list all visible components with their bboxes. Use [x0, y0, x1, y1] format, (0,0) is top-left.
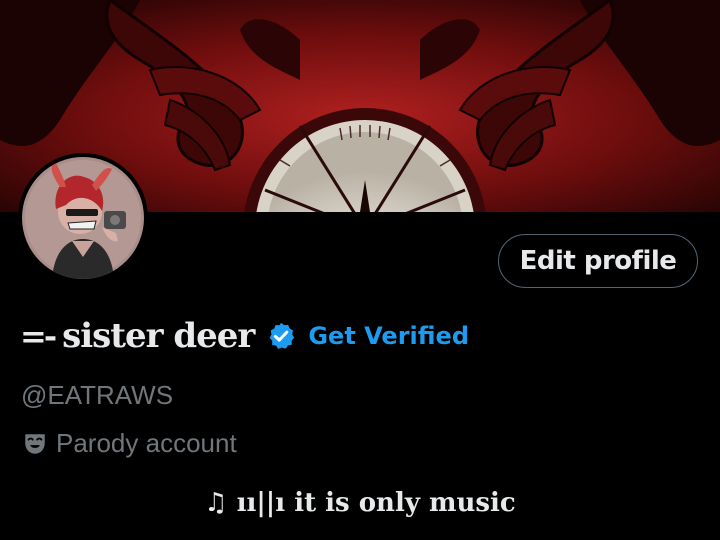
- parody-account-label: Parody account: [22, 428, 237, 459]
- parody-account-text: Parody account: [56, 428, 237, 458]
- theater-mask-icon: [25, 433, 45, 454]
- verified-badge-icon: [270, 322, 295, 349]
- display-name-row: =- sister deer Get Verified: [20, 312, 469, 360]
- display-name: sister deer: [62, 316, 255, 356]
- edit-profile-button[interactable]: Edit profile: [498, 234, 698, 288]
- get-verified-link[interactable]: Get Verified: [308, 322, 469, 350]
- profile-avatar[interactable]: [18, 153, 148, 283]
- user-handle: @EATRAWS: [21, 380, 174, 410]
- name-prefix-glyph: =-: [20, 317, 57, 355]
- profile-bio: ♫ ıı||ı it is only music: [204, 488, 516, 518]
